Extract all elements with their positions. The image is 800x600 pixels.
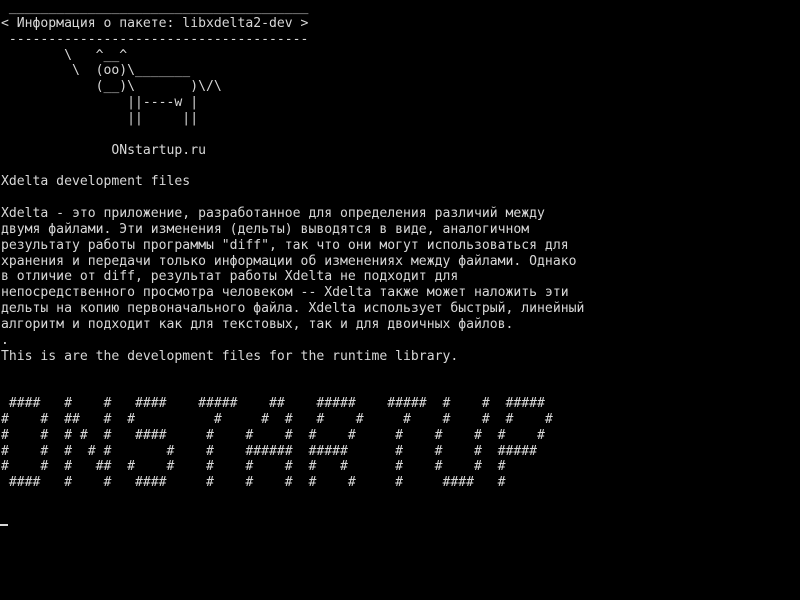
ascii-cow-line: \ (oo)\_______: [1, 63, 191, 79]
ascii-cow-line: \ ^__^: [1, 47, 128, 63]
ascii-cow-line: (__)\ )\/\: [1, 79, 222, 95]
description-line: в отличие от diff, результат работы Xdel…: [1, 269, 459, 285]
ascii-cow-line: ||----w |: [1, 95, 199, 111]
package-summary: Xdelta development files: [1, 174, 191, 190]
description-line: результату работы программы "diff", так …: [1, 237, 569, 253]
description-line: хранения и передачи только информации об…: [1, 253, 577, 269]
ascii-banner-line: #### # # #### # # # # # # #### #: [1, 475, 506, 491]
description-line: Xdelta - это приложение, разработанное д…: [1, 205, 545, 221]
description-line: непосредственного просмотра человеком --…: [1, 285, 569, 301]
ascii-banner-line: # # ## # # # # # # # # # # # #: [1, 411, 553, 427]
terminal-screen[interactable]: ______________________________________ <…: [0, 0, 800, 600]
ascii-banner-line: # # # # # #### # # # # # # # # # #: [1, 427, 545, 443]
cowsay-border-top: ______________________________________: [1, 0, 317, 15]
text-cursor: [0, 524, 8, 526]
description-line: дельты на копию первоначального файла. X…: [1, 301, 585, 317]
description-line: .: [1, 332, 9, 348]
description-line: алгоритм и подходит как для текстовых, т…: [1, 316, 514, 332]
ascii-banner-line: # # # # # # # ###### ##### # # # #####: [1, 443, 538, 459]
description-line: This is are the development files for th…: [1, 348, 459, 364]
cowsay-title: < Информация о пакете: libxdelta2-dev >: [1, 15, 309, 31]
ascii-banner-line: #### # # #### ##### ## ##### ##### # # #…: [1, 396, 545, 412]
site-name: ONstartup.ru: [1, 142, 206, 158]
ascii-banner-line: # # # ## # # # # # # # # # # #: [1, 459, 506, 475]
ascii-cow-line: || ||: [1, 110, 199, 126]
description-line: двумя файлами. Эти изменения (дельты) вы…: [1, 221, 530, 237]
cowsay-border-bottom: --------------------------------------: [1, 31, 317, 47]
